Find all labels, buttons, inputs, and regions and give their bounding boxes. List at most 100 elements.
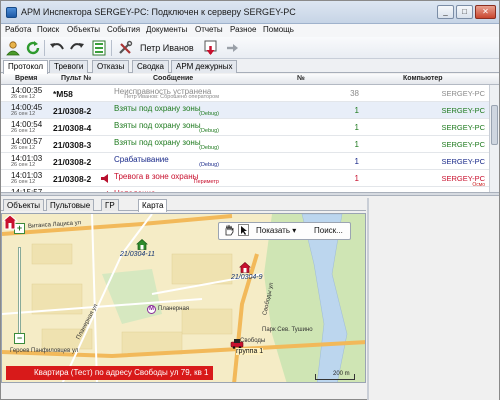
title-bar: АРМ Инспектора SERGEY-PC: Подключен к се… <box>1 1 499 24</box>
top-tabs: Протокол Тревоги Отказы Сводка АРМ дежур… <box>1 59 499 74</box>
bottom-tabs: Объекты Пультовые ГР Карта <box>1 198 366 212</box>
maximize-button[interactable]: □ <box>456 5 473 19</box>
forward-icon[interactable] <box>222 39 241 57</box>
redo-icon[interactable] <box>67 39 86 57</box>
tab-alarms[interactable]: Тревоги <box>49 60 89 73</box>
house-icon <box>136 239 148 250</box>
house-alarm-icon <box>2 214 18 230</box>
alarm-banner[interactable]: Квартира (Тест) по адресу Свободы ул 79,… <box>6 366 213 380</box>
tab-consoles[interactable]: Пультовые <box>46 199 95 211</box>
menu-reports[interactable]: Отчеты <box>195 25 223 34</box>
marker-label: 21/0304-9 <box>231 274 263 281</box>
tab-gr[interactable]: ГР <box>101 199 119 211</box>
export-icon[interactable] <box>201 39 220 57</box>
menu-objects[interactable]: Объекты <box>67 25 100 34</box>
event-number: 38 <box>350 89 359 98</box>
tab-duty-workstation[interactable]: АРМ дежурных <box>171 60 238 73</box>
zoom-slider[interactable] <box>18 247 21 337</box>
street-label: Парк Сев. Тушино <box>262 327 313 333</box>
table-row[interactable]: 14:00:35 26 сен 12 *M58 Неисправность устра… <box>1 85 499 102</box>
event-number: 1 <box>354 157 359 166</box>
house-alarm-icon <box>239 262 251 273</box>
table-row[interactable]: 14:00:54 26 сен 12 21/0308-4 Взяты под охра… <box>1 119 499 136</box>
col-computer[interactable]: Компьютер <box>403 75 443 82</box>
tab-failures[interactable]: Отказы <box>92 60 130 73</box>
map-view[interactable]: + − Показать ▾ Поиск... Витанса Лациса у… <box>1 213 366 383</box>
refresh-icon[interactable] <box>23 39 42 57</box>
event-message: Взяты под охрану зоны <box>114 104 201 113</box>
event-computer: SERGEY-PC <box>441 123 486 132</box>
event-pult: 21/0308-2 <box>53 106 92 116</box>
event-detail: (Debug) <box>199 128 219 134</box>
event-pult: 21/0308-2 <box>53 157 92 167</box>
event-computer: SERGEY-PC <box>441 106 486 115</box>
event-pult: *M58 <box>53 89 73 99</box>
toolbar-separator <box>111 40 112 56</box>
close-button[interactable]: ✕ <box>475 5 496 19</box>
undo-icon[interactable] <box>47 39 66 57</box>
event-detail: Петр Иванов: Сброшено оператором <box>124 94 219 100</box>
menu-bar: Работа Поиск Объекты События Документы О… <box>1 24 499 37</box>
right-empty-panel <box>367 198 499 400</box>
event-pult: 21/0308-3 <box>53 140 92 150</box>
map-toolbar: Показать ▾ Поиск... <box>218 222 351 240</box>
toolbar: Петр Иванов <box>1 37 499 59</box>
event-date: 26 сен 12 <box>11 145 36 151</box>
table-row[interactable]: 14:01:03 26 сен 12 21/0308-2 Срабатывание (D… <box>1 153 499 170</box>
table-row[interactable]: 14:00:45 26 сен 12 21/0308-2 Взяты под охра… <box>1 102 499 119</box>
event-date: 26 сен 12 <box>11 162 36 168</box>
event-pult: 21/0308-2 <box>53 174 92 184</box>
event-date: 26 сен 12 <box>11 179 36 185</box>
tab-objects[interactable]: Объекты <box>3 199 44 211</box>
event-number: 1 <box>354 174 359 183</box>
events-table: Время Пульт № Сообщение № Компьютер 14:0… <box>1 74 499 192</box>
menu-work[interactable]: Работа <box>5 25 31 34</box>
event-computer: SERGEY-PC <box>441 140 486 149</box>
tools-icon[interactable] <box>115 39 134 57</box>
col-pult[interactable]: Пульт № <box>61 75 91 82</box>
app-window: АРМ Инспектора SERGEY-PC: Подключен к се… <box>0 0 500 400</box>
window-title: АРМ Инспектора SERGEY-PC: Подключен к се… <box>21 7 296 17</box>
event-detail: (Debug) <box>199 145 219 151</box>
menu-misc[interactable]: Разное <box>230 25 256 34</box>
event-detail: Периметр <box>193 179 219 185</box>
col-number[interactable]: № <box>297 75 305 82</box>
event-computer: SERGEY-PC <box>441 157 486 166</box>
col-time[interactable]: Время <box>15 75 37 82</box>
list-icon[interactable] <box>89 39 108 57</box>
event-date: 26 сен 12 <box>11 111 36 117</box>
event-computer: SERGEY-PC <box>441 89 486 98</box>
show-dropdown[interactable]: Показать ▾ <box>256 224 296 238</box>
toolbar-separator <box>44 40 45 56</box>
tab-map[interactable]: Карта <box>138 199 168 212</box>
tab-protocol[interactable]: Протокол <box>3 60 49 74</box>
menu-search[interactable]: Поиск <box>37 25 59 34</box>
street-label: Планерная <box>158 306 190 312</box>
user-icon[interactable] <box>3 39 22 57</box>
status-bar <box>1 384 366 399</box>
scrollbar-thumb[interactable] <box>491 105 498 145</box>
table-row[interactable]: 14:01:03 26 сен 12 21/0308-2 Тревога в зоне… <box>1 170 499 188</box>
event-date: 26 сен 12 <box>11 128 36 134</box>
map-scale-label: 200 m <box>333 371 350 377</box>
col-message[interactable]: Сообщение <box>153 75 193 82</box>
current-user: Петр Иванов <box>140 43 194 53</box>
menu-documents[interactable]: Документы <box>146 25 187 34</box>
event-message: Взяты под охрану зоны <box>114 138 201 147</box>
metro-icon: M <box>147 305 156 314</box>
table-row[interactable]: 14:00:57 26 сен 12 21/0308-3 Взяты под охра… <box>1 136 499 153</box>
map-search-button[interactable]: Поиск... <box>314 224 343 238</box>
tab-summary[interactable]: Сводка <box>132 60 170 73</box>
menu-events[interactable]: События <box>107 25 140 34</box>
event-date: 26 сен 12 <box>11 94 36 100</box>
siren-icon <box>101 174 108 183</box>
menu-help[interactable]: Помощь <box>263 25 294 34</box>
minimize-button[interactable]: _ <box>437 5 454 19</box>
event-message: Тревога в зоне охраны <box>114 172 199 181</box>
table-scrollbar[interactable] <box>489 85 499 192</box>
horizontal-splitter[interactable] <box>1 192 499 196</box>
event-detail: (Debug) <box>199 111 219 117</box>
zoom-out-button[interactable]: − <box>14 333 25 344</box>
event-number: 1 <box>354 123 359 132</box>
marker-label: группа 1 <box>236 348 264 355</box>
